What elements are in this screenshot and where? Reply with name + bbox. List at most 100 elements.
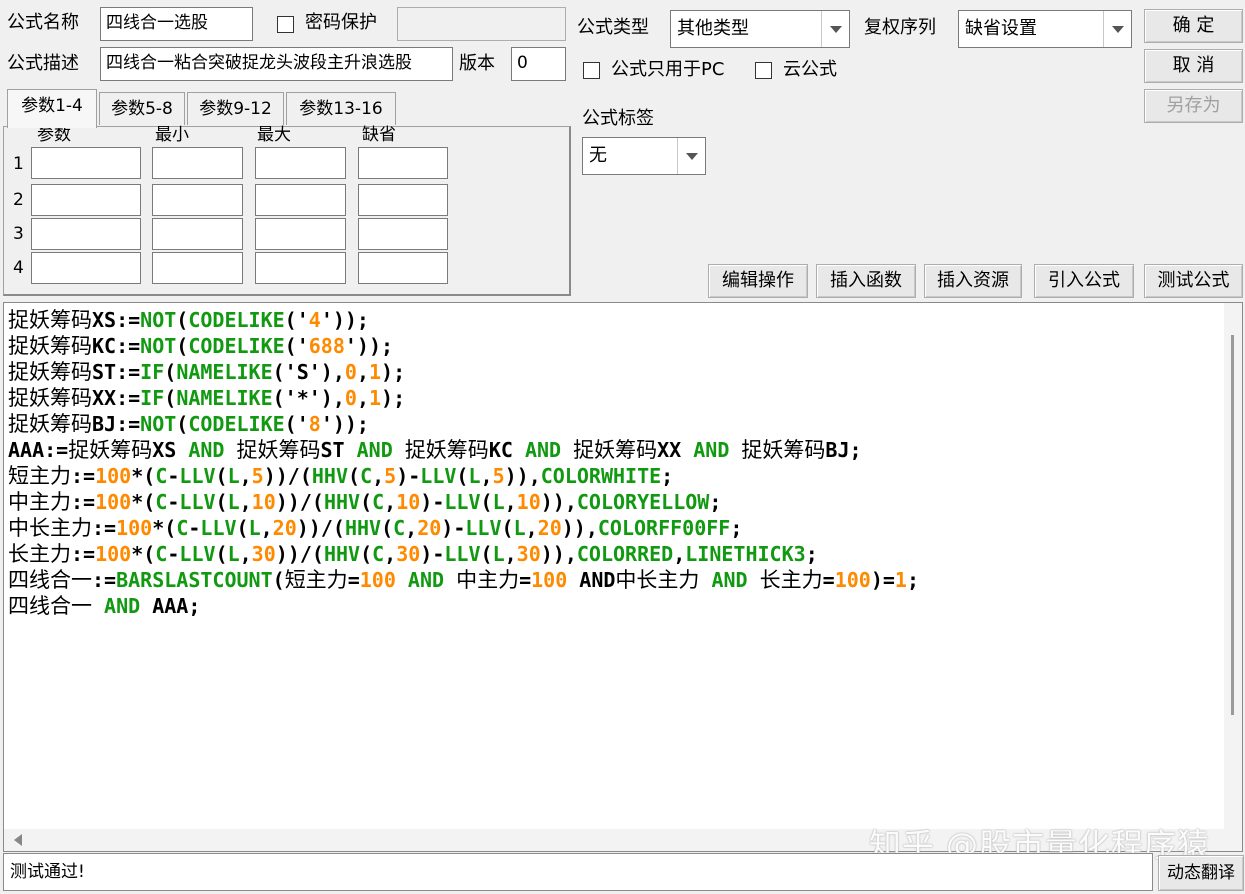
- code-token: )): [561, 516, 586, 540]
- param-4-min[interactable]: [152, 252, 243, 284]
- param-row-number: 3: [13, 224, 24, 244]
- code-token: (: [236, 516, 249, 540]
- code-token: -: [188, 516, 201, 540]
- code-token: ,: [564, 490, 577, 514]
- test-formula-button[interactable]: 测试公式: [1144, 264, 1243, 298]
- code-line[interactable]: 四线合一:=BARSLASTCOUNT(短主力=100 AND 中主力=100 …: [8, 567, 919, 593]
- param-3-max[interactable]: [255, 218, 346, 250]
- code-token: XS: [152, 438, 189, 462]
- version-input[interactable]: 0: [511, 47, 566, 81]
- code-line[interactable]: 捉妖筹码ST:=IF(NAMELIKE('S'),0,1);: [8, 359, 919, 385]
- cancel-button[interactable]: 取 消: [1144, 49, 1243, 83]
- code-token: XS:=: [92, 308, 141, 332]
- param-1-min[interactable]: [152, 147, 243, 179]
- code-token: C: [155, 464, 168, 488]
- code-token: BJ:=: [92, 412, 141, 436]
- param-2-max[interactable]: [255, 184, 346, 216]
- param-2-min[interactable]: [152, 184, 243, 216]
- code-token: :=: [71, 464, 96, 488]
- code-token: -: [167, 464, 180, 488]
- code-token: C: [393, 516, 406, 540]
- code-token: XX: [657, 438, 694, 462]
- password-checkbox[interactable]: [277, 16, 294, 33]
- code-editor[interactable]: 捉妖筹码XS:=NOT(CODELIKE('4')); 捉妖筹码KC:=NOT(C…: [3, 302, 1243, 852]
- code-token: )=: [870, 568, 895, 592]
- code-token: NAMELIKE: [176, 386, 273, 410]
- code-line[interactable]: 捉妖筹码XS:=NOT(CODELIKE('4'));: [8, 307, 919, 333]
- restoration-label: 复权序列: [864, 17, 936, 38]
- code-token: (: [215, 542, 228, 566]
- chevron-down-icon[interactable]: [677, 138, 705, 174]
- code-line[interactable]: 捉妖筹码XX:=IF(NAMELIKE('*'),0,1);: [8, 385, 919, 411]
- code-token: COLORYELLOW: [576, 490, 710, 514]
- code-line[interactable]: 长主力:=100*(C-LLV(L,30))/(HHV(C,30)-LLV(L,…: [8, 541, 919, 567]
- pc-only-checkbox[interactable]: [583, 62, 600, 79]
- code-token: 中长主力: [615, 568, 700, 592]
- param-3-default[interactable]: [358, 218, 448, 250]
- param-4-max[interactable]: [255, 252, 346, 284]
- insert-function-button[interactable]: 插入函数: [816, 264, 916, 298]
- formula-name-input[interactable]: 四线合一选股: [100, 7, 253, 41]
- tab-params-1-4[interactable]: 参数1-4: [7, 89, 97, 128]
- param-3-min[interactable]: [152, 218, 243, 250]
- tag-select[interactable]: 无: [582, 137, 706, 175]
- restoration-select[interactable]: 缺省设置: [958, 10, 1132, 48]
- tab-params-9-12[interactable]: 参数9-12: [187, 92, 284, 125]
- param-3-name[interactable]: [31, 218, 141, 250]
- param-row-number: 2: [13, 190, 24, 210]
- code-token: C: [372, 542, 385, 566]
- code-token: ))/(: [296, 516, 345, 540]
- code-token: (': [284, 334, 309, 358]
- code-line[interactable]: 捉妖筹码BJ:=NOT(CODELIKE('8'));: [8, 411, 919, 437]
- scroll-thumb[interactable]: [1231, 335, 1234, 715]
- code-line[interactable]: 短主力:=100*(C-LLV(L,5))/(HHV(C,5)-LLV(L,5)…: [8, 463, 919, 489]
- vertical-scrollbar[interactable]: [1224, 303, 1242, 851]
- chevron-down-icon[interactable]: [821, 11, 849, 47]
- dynamic-translate-button[interactable]: 动态翻译: [1158, 855, 1244, 891]
- param-4-default[interactable]: [358, 252, 448, 284]
- import-formula-button[interactable]: 引入公式: [1034, 264, 1134, 298]
- code-text[interactable]: 捉妖筹码XS:=NOT(CODELIKE('4')); 捉妖筹码KC:=NOT(C…: [8, 307, 919, 619]
- tab-params-13-16[interactable]: 参数13-16: [286, 92, 396, 125]
- edit-operations-button[interactable]: 编辑操作: [708, 264, 808, 298]
- code-token: ,: [564, 542, 577, 566]
- code-token: (: [176, 412, 189, 436]
- param-1-default[interactable]: [358, 147, 448, 179]
- ok-button[interactable]: 确 定: [1144, 9, 1243, 43]
- code-token: 短主力: [284, 568, 348, 592]
- cloud-checkbox[interactable]: [755, 62, 772, 79]
- code-token: LLV: [444, 490, 481, 514]
- code-token: )-: [396, 464, 421, 488]
- chevron-down-icon[interactable]: [1103, 11, 1131, 47]
- code-token: IF: [140, 386, 165, 410]
- code-token: LLV: [420, 464, 457, 488]
- code-token: (: [164, 386, 177, 410]
- param-2-default[interactable]: [358, 184, 448, 216]
- formula-desc-input[interactable]: 四线合一粘合突破捉龙头波段主升浪选股: [100, 47, 453, 81]
- code-token: )-: [441, 516, 466, 540]
- param-1-max[interactable]: [255, 147, 346, 179]
- code-token: NOT: [140, 334, 177, 358]
- code-line[interactable]: 中长主力:=100*(C-LLV(L,20))/(HHV(C,20)-LLV(L…: [8, 515, 919, 541]
- code-line[interactable]: 中主力:=100*(C-LLV(L,10))/(HHV(C,10)-LLV(L,…: [8, 489, 919, 515]
- code-token: LLV: [179, 490, 216, 514]
- code-token: 4: [308, 308, 321, 332]
- code-line[interactable]: 四线合一 AND AAA;: [8, 593, 919, 619]
- param-2-name[interactable]: [31, 184, 141, 216]
- arrow-left-icon[interactable]: [14, 834, 22, 846]
- save-as-button[interactable]: 另存为: [1144, 89, 1243, 123]
- code-token: NAMELIKE: [176, 360, 273, 384]
- code-line[interactable]: 捉妖筹码KC:=NOT(CODELIKE('688'));: [8, 333, 919, 359]
- code-line[interactable]: AAA:=捉妖筹码XS AND 捉妖筹码ST AND 捉妖筹码KC AND 捉妖…: [8, 437, 919, 463]
- password-input: [397, 7, 566, 41]
- param-1-name[interactable]: [31, 147, 141, 179]
- code-token: HHV: [323, 490, 361, 514]
- code-token: 中主力: [456, 568, 520, 592]
- insert-resource-button[interactable]: 插入资源: [924, 264, 1022, 298]
- tab-params-5-8[interactable]: 参数5-8: [99, 92, 185, 125]
- code-token: :=: [92, 516, 117, 540]
- param-4-name[interactable]: [31, 252, 141, 284]
- formula-type-select[interactable]: 其他类型: [670, 10, 850, 48]
- code-token: L: [227, 542, 240, 566]
